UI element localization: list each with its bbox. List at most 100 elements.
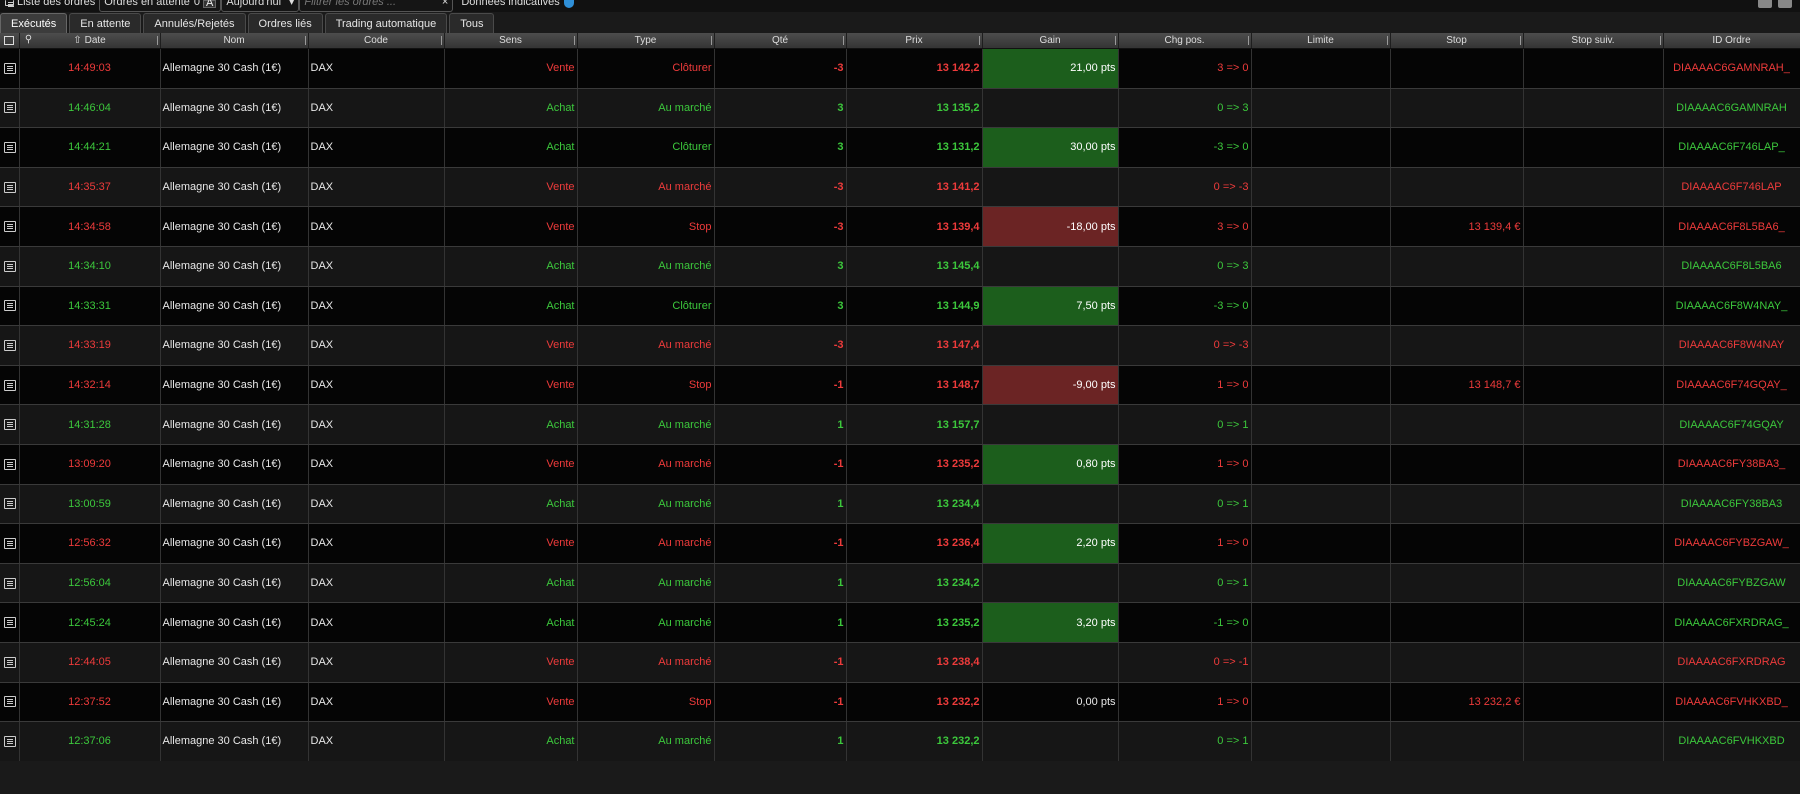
cell-code: DAX <box>308 167 445 208</box>
cell-gain <box>982 325 1119 366</box>
order-details-icon[interactable] <box>3 260 16 272</box>
cell-code: DAX <box>308 127 445 168</box>
cell-stop <box>1390 721 1524 762</box>
table-row[interactable]: 12:37:06 Allemagne 30 Cash (1€) DAX Achat Au… <box>0 721 1800 762</box>
table-row[interactable]: 12:37:52 Allemagne 30 Cash (1€) DAX Vente St… <box>0 682 1800 723</box>
table-row[interactable]: 12:56:04 Allemagne 30 Cash (1€) DAX Achat Au… <box>0 563 1800 604</box>
cell-prix: 13 147,4 <box>846 325 983 366</box>
cell-details <box>0 286 20 327</box>
table-row[interactable]: 12:45:24 Allemagne 30 Cash (1€) DAX Achat Au… <box>0 602 1800 643</box>
table-row[interactable]: 14:31:28 Allemagne 30 Cash (1€) DAX Achat Au… <box>0 404 1800 445</box>
header-prix[interactable]: Prix <box>846 33 983 49</box>
table-row[interactable]: 14:44:21 Allemagne 30 Cash (1€) DAX Achat Cl… <box>0 127 1800 168</box>
cell-date: 14:34:58 <box>19 206 161 247</box>
cell-details <box>0 721 20 762</box>
tab-trading-automatique[interactable]: Trading automatique <box>324 13 448 33</box>
tab-annules-rejetes[interactable]: Annulés/Rejetés <box>143 13 246 33</box>
tab-tous[interactable]: Tous <box>449 13 495 33</box>
cell-qte: 3 <box>714 127 847 168</box>
cell-qte: -1 <box>714 682 847 723</box>
order-details-icon[interactable] <box>3 617 16 629</box>
order-details-icon[interactable] <box>3 538 16 550</box>
header-stop-suiv[interactable]: Stop suiv. <box>1523 33 1664 49</box>
cell-stop-suiv <box>1523 523 1664 564</box>
order-details-icon[interactable] <box>3 221 16 233</box>
order-details-icon[interactable] <box>3 656 16 668</box>
order-details-icon[interactable] <box>3 181 16 193</box>
table-row[interactable]: 14:49:03 Allemagne 30 Cash (1€) DAX Vente Cl… <box>0 48 1800 89</box>
cell-nom: Allemagne 30 Cash (1€) <box>160 88 309 129</box>
order-details-icon[interactable] <box>3 142 16 154</box>
cell-gain: 21,00 pts <box>982 48 1119 89</box>
cell-stop <box>1390 444 1524 485</box>
table-row[interactable]: 14:34:58 Allemagne 30 Cash (1€) DAX Vente St… <box>0 206 1800 247</box>
order-filter-input[interactable]: Filtrer les ordres ... × <box>299 0 454 12</box>
order-details-icon[interactable] <box>3 340 16 352</box>
minimize-icon[interactable] <box>1758 0 1772 8</box>
header-id-ordre[interactable]: ID Ordre <box>1663 33 1800 49</box>
cell-code: DAX <box>308 563 445 604</box>
order-details-icon[interactable] <box>3 379 16 391</box>
table-row[interactable]: 14:33:19 Allemagne 30 Cash (1€) DAX Vente Au… <box>0 325 1800 366</box>
header-qte[interactable]: Qté <box>714 33 847 49</box>
header-code[interactable]: Code <box>308 33 445 49</box>
header-limite[interactable]: Limite <box>1251 33 1391 49</box>
clear-filter-icon[interactable]: × <box>442 0 448 8</box>
period-dropdown[interactable]: Aujourd'hui ▾ <box>221 0 300 12</box>
table-row[interactable]: 14:33:31 Allemagne 30 Cash (1€) DAX Achat Cl… <box>0 286 1800 327</box>
pending-orders-indicator[interactable]: Ordres en attente 0 A <box>99 0 222 12</box>
header-date[interactable]: ⚲ ⇧ Date <box>19 33 161 49</box>
maximize-icon[interactable] <box>1778 0 1792 8</box>
order-details-icon[interactable] <box>3 577 16 589</box>
header-gain[interactable]: Gain <box>982 33 1119 49</box>
table-row[interactable]: 12:44:05 Allemagne 30 Cash (1€) DAX Vente Au… <box>0 642 1800 683</box>
wrench-icon[interactable]: ⚲ <box>24 35 34 45</box>
order-details-icon[interactable] <box>3 696 16 708</box>
header-nom[interactable]: Nom <box>160 33 309 49</box>
columns-icon[interactable] <box>4 36 14 45</box>
cell-type: Stop <box>577 206 715 247</box>
cell-nom: Allemagne 30 Cash (1€) <box>160 286 309 327</box>
cell-nom: Allemagne 30 Cash (1€) <box>160 127 309 168</box>
order-details-icon[interactable] <box>3 735 16 747</box>
cell-stop <box>1390 246 1524 287</box>
cell-stop <box>1390 167 1524 208</box>
table-row[interactable]: 12:56:32 Allemagne 30 Cash (1€) DAX Vente Au… <box>0 523 1800 564</box>
table-row[interactable]: 14:34:10 Allemagne 30 Cash (1€) DAX Achat Au… <box>0 246 1800 287</box>
table-row[interactable]: 13:00:59 Allemagne 30 Cash (1€) DAX Achat Au… <box>0 484 1800 525</box>
order-details-icon[interactable] <box>3 458 16 470</box>
cell-date: 12:37:52 <box>19 682 161 723</box>
table-row[interactable]: 14:35:37 Allemagne 30 Cash (1€) DAX Vente Au… <box>0 167 1800 208</box>
tab-en-attente[interactable]: En attente <box>69 13 142 33</box>
cell-stop-suiv <box>1523 48 1664 89</box>
cell-stop-suiv <box>1523 127 1664 168</box>
header-stop[interactable]: Stop <box>1390 33 1524 49</box>
order-details-icon[interactable] <box>3 498 16 510</box>
table-row[interactable]: 14:32:14 Allemagne 30 Cash (1€) DAX Vente St… <box>0 365 1800 406</box>
cell-code: DAX <box>308 206 445 247</box>
table-row[interactable]: 13:09:20 Allemagne 30 Cash (1€) DAX Vente Au… <box>0 444 1800 485</box>
order-details-icon[interactable] <box>3 102 16 114</box>
cell-stop <box>1390 523 1524 564</box>
tab-ordres-lies[interactable]: Ordres liés <box>247 13 323 33</box>
cell-id-ordre: DIAAAAC6FXRDRAG_ <box>1663 602 1800 643</box>
table-row[interactable]: 14:46:04 Allemagne 30 Cash (1€) DAX Achat Au… <box>0 88 1800 129</box>
cell-code: DAX <box>308 246 445 287</box>
cell-stop <box>1390 325 1524 366</box>
header-chg-pos[interactable]: Chg pos. <box>1118 33 1252 49</box>
tab-executes[interactable]: Exécutés <box>0 13 68 33</box>
cell-sens: Vente <box>444 523 578 564</box>
order-details-icon[interactable] <box>3 419 16 431</box>
cell-sens: Achat <box>444 246 578 287</box>
cell-chg-pos: 0 => 1 <box>1118 404 1252 445</box>
order-details-icon[interactable] <box>3 300 16 312</box>
header-type[interactable]: Type <box>577 33 715 49</box>
order-details-icon[interactable] <box>3 62 16 74</box>
cell-date: 12:56:04 <box>19 563 161 604</box>
info-icon[interactable] <box>563 0 574 8</box>
cell-details <box>0 682 20 723</box>
cell-qte: -1 <box>714 642 847 683</box>
header-sens[interactable]: Sens <box>444 33 578 49</box>
cell-limite <box>1251 206 1391 247</box>
cell-code: DAX <box>308 721 445 762</box>
